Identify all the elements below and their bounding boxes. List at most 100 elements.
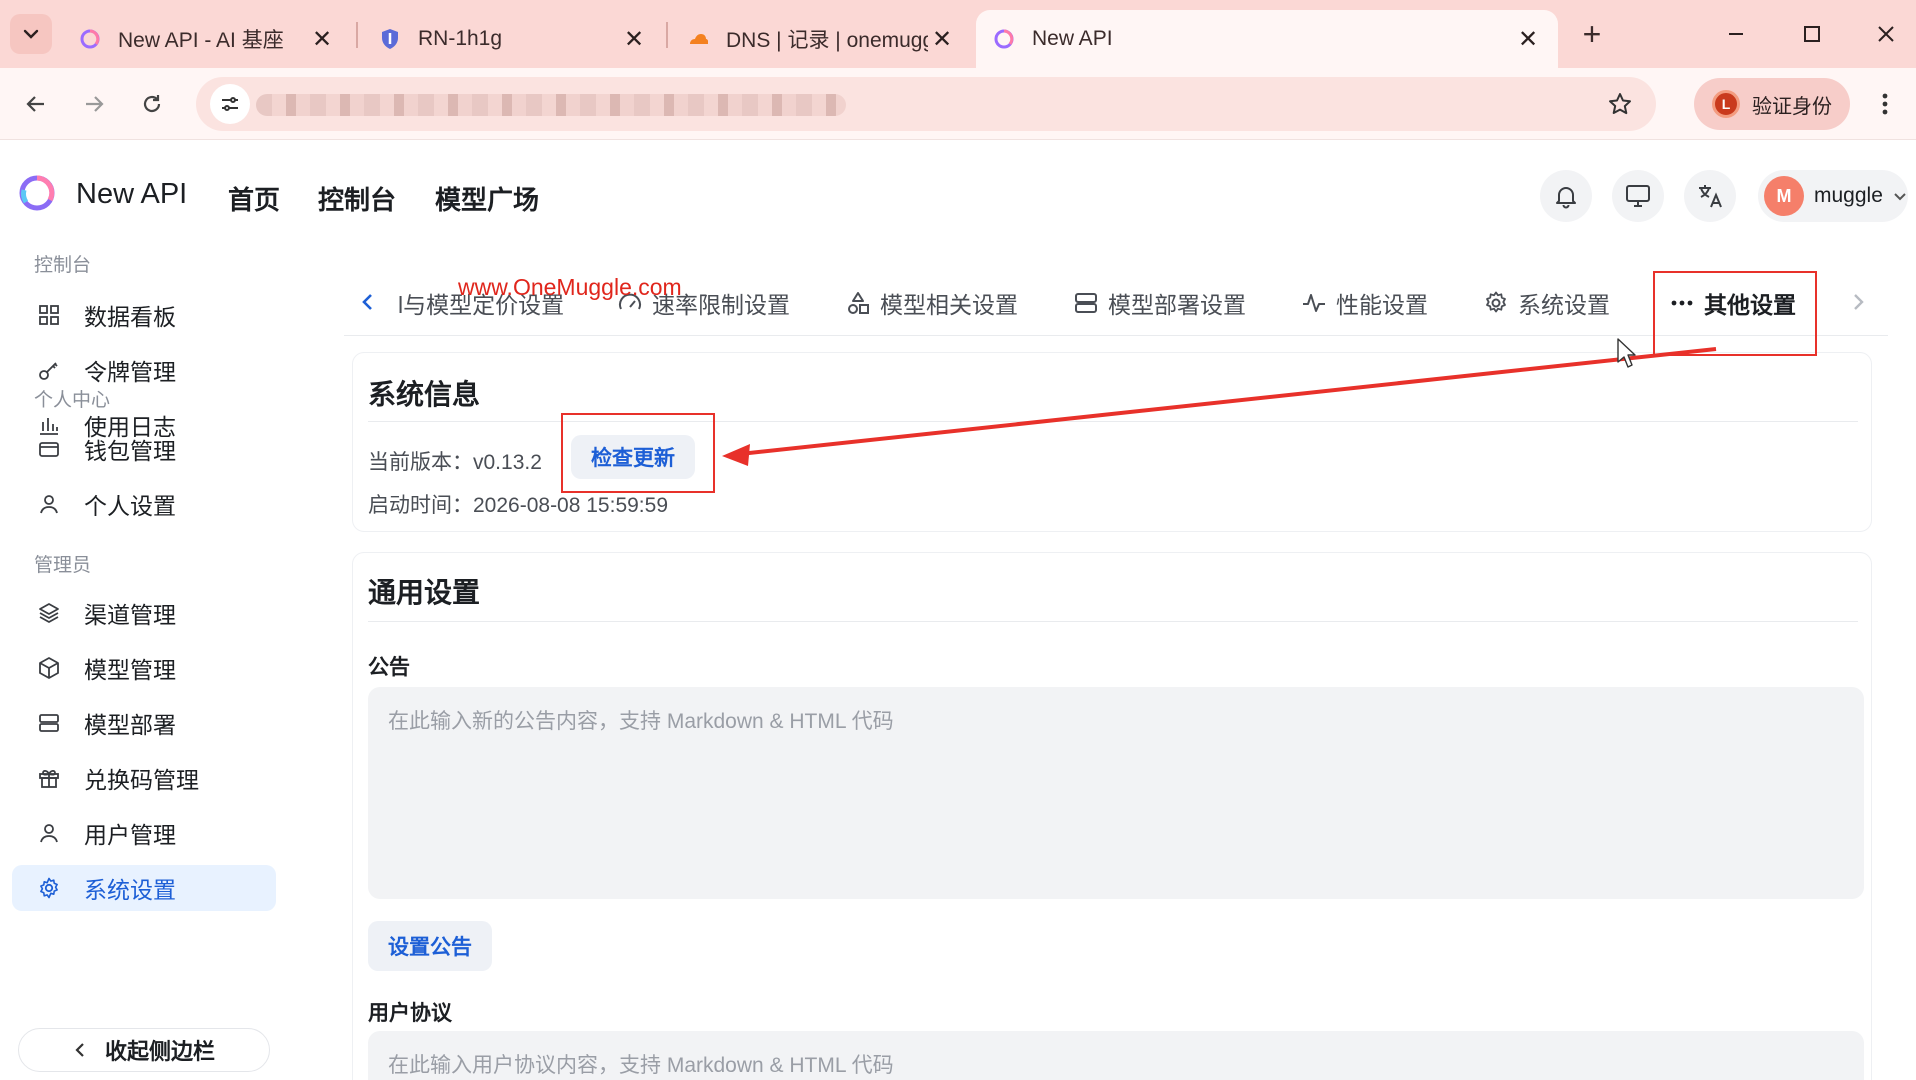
chevron-down-icon bbox=[1894, 193, 1906, 201]
tab-system-settings[interactable]: 系统设置 bbox=[1482, 288, 1610, 318]
profile-label: 验证身份 bbox=[1752, 95, 1832, 118]
sidebar-item-redeem-codes[interactable]: 兑换码管理 bbox=[12, 755, 276, 801]
maximize-button[interactable] bbox=[1790, 14, 1834, 54]
browser-tab-active[interactable]: New API ✕ bbox=[976, 10, 1558, 68]
sidebar-item-label: 钱包管理 bbox=[84, 438, 176, 464]
highlight-check-update bbox=[561, 413, 715, 493]
card-divider bbox=[368, 621, 1858, 622]
arrow-left-icon bbox=[26, 96, 44, 112]
notice-label: 公告 bbox=[368, 656, 410, 679]
key-icon bbox=[39, 362, 58, 380]
cloudflare-favicon-icon bbox=[690, 34, 708, 44]
back-button[interactable] bbox=[12, 80, 60, 128]
newapi-favicon-icon bbox=[994, 29, 1014, 49]
start-time-value: 2026-08-08 15:59:59 bbox=[473, 494, 668, 517]
chevron-left-icon bbox=[75, 1043, 84, 1057]
site-settings-button[interactable] bbox=[210, 84, 250, 124]
close-tab-icon[interactable]: ✕ bbox=[928, 25, 956, 54]
nav-model-square[interactable]: 模型广场 bbox=[435, 180, 539, 217]
sidebar-group-console: 控制台 bbox=[34, 255, 92, 276]
sidebar-item-model-deploy[interactable]: 模型部署 bbox=[12, 700, 276, 746]
browser-tab-1[interactable]: New API - AI 基座 ✕ bbox=[62, 10, 352, 68]
gear-icon bbox=[40, 877, 58, 899]
server-icon bbox=[39, 714, 59, 732]
sidebar-item-wallet[interactable]: 钱包管理 bbox=[12, 426, 276, 472]
user-agreement-label: 用户协议 bbox=[368, 1002, 452, 1025]
user-avatar: M bbox=[1764, 176, 1804, 216]
general-settings-title: 通用设置 bbox=[368, 577, 481, 608]
profile-avatar: L bbox=[1712, 90, 1740, 118]
notifications-button[interactable] bbox=[1540, 170, 1592, 222]
tab-performance-settings[interactable]: 性能设置 bbox=[1300, 288, 1428, 318]
close-tab-icon[interactable]: ✕ bbox=[620, 25, 648, 54]
server-icon bbox=[1075, 293, 1097, 313]
tab-model-related-settings[interactable]: 模型相关设置 bbox=[844, 288, 1018, 318]
sidebar-item-label: 模型部署 bbox=[84, 712, 176, 738]
sidebar-group-personal: 个人中心 bbox=[34, 390, 111, 411]
user-menu[interactable]: M muggle bbox=[1758, 170, 1908, 222]
profile-verify-button[interactable]: L 验证身份 bbox=[1694, 78, 1850, 130]
system-info-title: 系统信息 bbox=[368, 379, 481, 410]
tab-separator bbox=[356, 22, 358, 48]
tab-search-button[interactable] bbox=[10, 14, 52, 54]
forward-button[interactable] bbox=[70, 80, 118, 128]
bookmark-star-button[interactable] bbox=[1604, 88, 1636, 120]
layers-icon bbox=[39, 603, 59, 623]
user-agreement-textarea[interactable] bbox=[368, 1031, 1864, 1080]
display-mode-button[interactable] bbox=[1612, 170, 1664, 222]
sidebar-item-label: 兑换码管理 bbox=[84, 767, 199, 793]
browser-toolbar: L 验证身份 bbox=[0, 68, 1916, 140]
tab-model-deploy-settings[interactable]: 模型部署设置 bbox=[1072, 288, 1246, 318]
set-notice-button[interactable]: 设置公告 bbox=[368, 921, 492, 971]
browser-tab-title: DNS | 记录 | onemuggle.com bbox=[726, 29, 928, 52]
translate-icon bbox=[1699, 185, 1722, 208]
tab-label: 模型相关设置 bbox=[880, 292, 1018, 318]
close-window-button[interactable] bbox=[1864, 14, 1908, 54]
browser-tab-2[interactable]: RN-1h1g ✕ bbox=[362, 10, 664, 68]
browser-tab-3[interactable]: DNS | 记录 | onemuggle.com ✕ bbox=[670, 10, 972, 68]
version-label: 当前版本： bbox=[368, 451, 473, 474]
sidebar-item-system-settings[interactable]: 系统设置 bbox=[12, 865, 276, 911]
sidebar-item-dashboard[interactable]: 数据看板 bbox=[12, 292, 276, 338]
chevron-right-icon bbox=[1854, 294, 1864, 310]
sidebar-item-users[interactable]: 用户管理 bbox=[12, 810, 276, 856]
close-tab-icon[interactable]: ✕ bbox=[1514, 25, 1542, 54]
sidebar-item-label: 令牌管理 bbox=[84, 359, 176, 385]
watermark-text: www.OneMuggle.com bbox=[458, 274, 682, 300]
address-bar[interactable] bbox=[196, 77, 1656, 131]
cube-icon bbox=[39, 657, 59, 679]
close-icon bbox=[1878, 26, 1894, 42]
user-icon bbox=[40, 824, 58, 843]
browser-tab-title: RN-1h1g bbox=[418, 27, 503, 50]
arrow-right-icon bbox=[86, 96, 104, 112]
tune-icon bbox=[222, 97, 238, 111]
collapse-sidebar-button[interactable]: 收起侧边栏 bbox=[18, 1028, 270, 1072]
tabs-scroll-left-button[interactable] bbox=[354, 288, 382, 316]
brand-name[interactable]: New API bbox=[76, 178, 187, 211]
sidebar-item-profile[interactable]: 个人设置 bbox=[12, 481, 276, 527]
nav-console[interactable]: 控制台 bbox=[318, 180, 396, 217]
browser-menu-button[interactable] bbox=[1870, 86, 1900, 122]
user-icon bbox=[40, 495, 58, 514]
close-tab-icon[interactable]: ✕ bbox=[308, 25, 336, 54]
new-tab-button[interactable]: + bbox=[1572, 14, 1612, 54]
language-button[interactable] bbox=[1684, 170, 1736, 222]
monitor-icon bbox=[1626, 185, 1650, 207]
collapse-sidebar-label: 收起侧边栏 bbox=[104, 1039, 215, 1064]
sidebar-item-channels[interactable]: 渠道管理 bbox=[12, 590, 276, 636]
blurred-url bbox=[256, 94, 846, 116]
sidebar: 控制台 数据看板 令牌管理 使用日志 个人中心 钱包管理 个人设置 管理员 渠道… bbox=[0, 250, 292, 1080]
tabs-scroll-right-button[interactable] bbox=[1844, 288, 1872, 316]
newapi-logo-icon[interactable] bbox=[18, 174, 56, 212]
more-vertical-icon bbox=[1882, 93, 1888, 115]
start-time: 启动时间：2026-08-08 15:59:59 bbox=[368, 489, 668, 519]
sidebar-item-models[interactable]: 模型管理 bbox=[12, 645, 276, 691]
minimize-button[interactable] bbox=[1714, 14, 1758, 54]
nav-home[interactable]: 首页 bbox=[228, 180, 280, 217]
browser-tabstrip: New API - AI 基座 ✕ RN-1h1g ✕ DNS | 记录 | o… bbox=[0, 0, 1916, 68]
star-icon bbox=[1609, 93, 1631, 115]
notice-textarea[interactable] bbox=[368, 687, 1864, 899]
shapes-icon bbox=[848, 292, 869, 314]
reload-button[interactable] bbox=[128, 80, 176, 128]
current-version: 当前版本：v0.13.2 bbox=[368, 446, 542, 476]
